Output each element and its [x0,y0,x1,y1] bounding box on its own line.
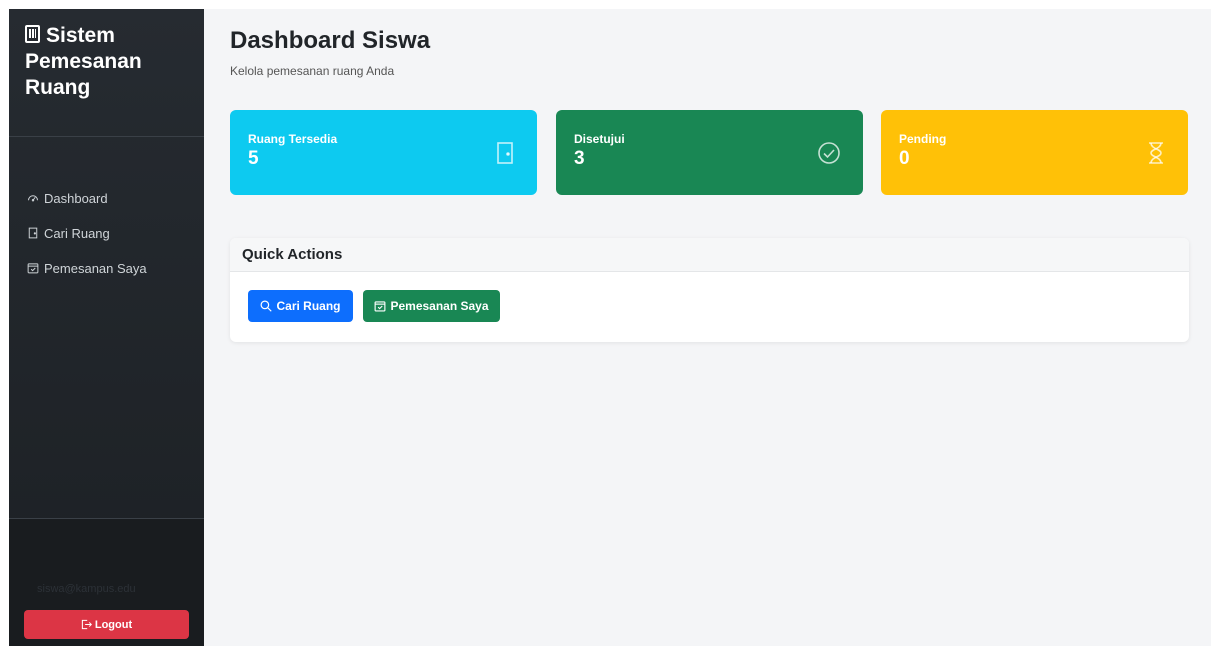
stat-value: 5 [248,148,259,169]
stat-label: Ruang Tersedia [248,132,338,146]
user-email: siswa@kampus.edu [37,583,136,595]
quick-actions-title: Quick Actions [230,238,1189,272]
brand: Sistem Pemesanan Ruang [9,9,204,137]
page-subtitle: Kelola pemesanan ruang Anda [230,64,395,78]
sidebar-item-label: Dashboard [44,190,108,206]
logout-button[interactable]: Logout [24,610,189,639]
logout-label: Logout [94,618,133,631]
stat-card-ruang-tersedia: Ruang Tersedia 5 [230,110,537,195]
sidebar-item-dashboard[interactable]: Dashboard [27,189,204,207]
sidebar-item-label: Pemesanan Saya [44,260,147,276]
page-title: Dashboard Siswa [230,27,431,54]
sidebar-item-cari-ruang[interactable]: Cari Ruang [27,224,204,242]
main-content: Dashboard Siswa Kelola pemesanan ruang A… [204,9,1211,646]
sidebar-item-pemesanan-saya[interactable]: Pemesanan Saya [27,259,204,277]
stat-label: Pending [899,132,947,146]
calendar-check-icon [27,263,39,274]
sidebar-item-label: Cari Ruang [44,225,110,241]
stat-card-disetujui: Disetujui 3 [556,110,863,195]
stat-card-pending: Pending 0 [881,110,1188,195]
sidebar-nav: Dashboard Cari Ruang Pemesanan Saya [27,189,204,294]
brand-text: Sistem Pemesanan Ruang [25,24,142,99]
quick-actions-card: Quick Actions Cari Ruang Pemesanan Saya [230,238,1189,342]
check-circle-icon [818,142,840,164]
door-icon [28,227,38,239]
hourglass-icon [1149,142,1163,164]
pemesanan-saya-button[interactable]: Pemesanan Saya [363,290,500,322]
logout-icon [81,619,92,630]
stat-label: Disetujui [574,132,625,146]
calendar-check-icon [375,301,386,312]
stat-value: 0 [899,148,910,169]
search-icon [261,300,273,312]
speedometer-icon [28,195,38,202]
app-frame: Sistem Pemesanan Ruang Dashboard Cari Ru… [9,9,1211,646]
sidebar: Sistem Pemesanan Ruang Dashboard Cari Ru… [9,9,204,646]
cari-ruang-button[interactable]: Cari Ruang [248,290,353,322]
stat-value: 3 [574,148,585,169]
user-panel: siswa@kampus.edu Logout [9,518,204,646]
brand-title: Sistem Pemesanan Ruang [25,23,188,101]
button-label: Pemesanan Saya [390,299,489,313]
building-icon [25,25,40,43]
door-icon [497,142,513,164]
button-label: Cari Ruang [276,299,341,313]
